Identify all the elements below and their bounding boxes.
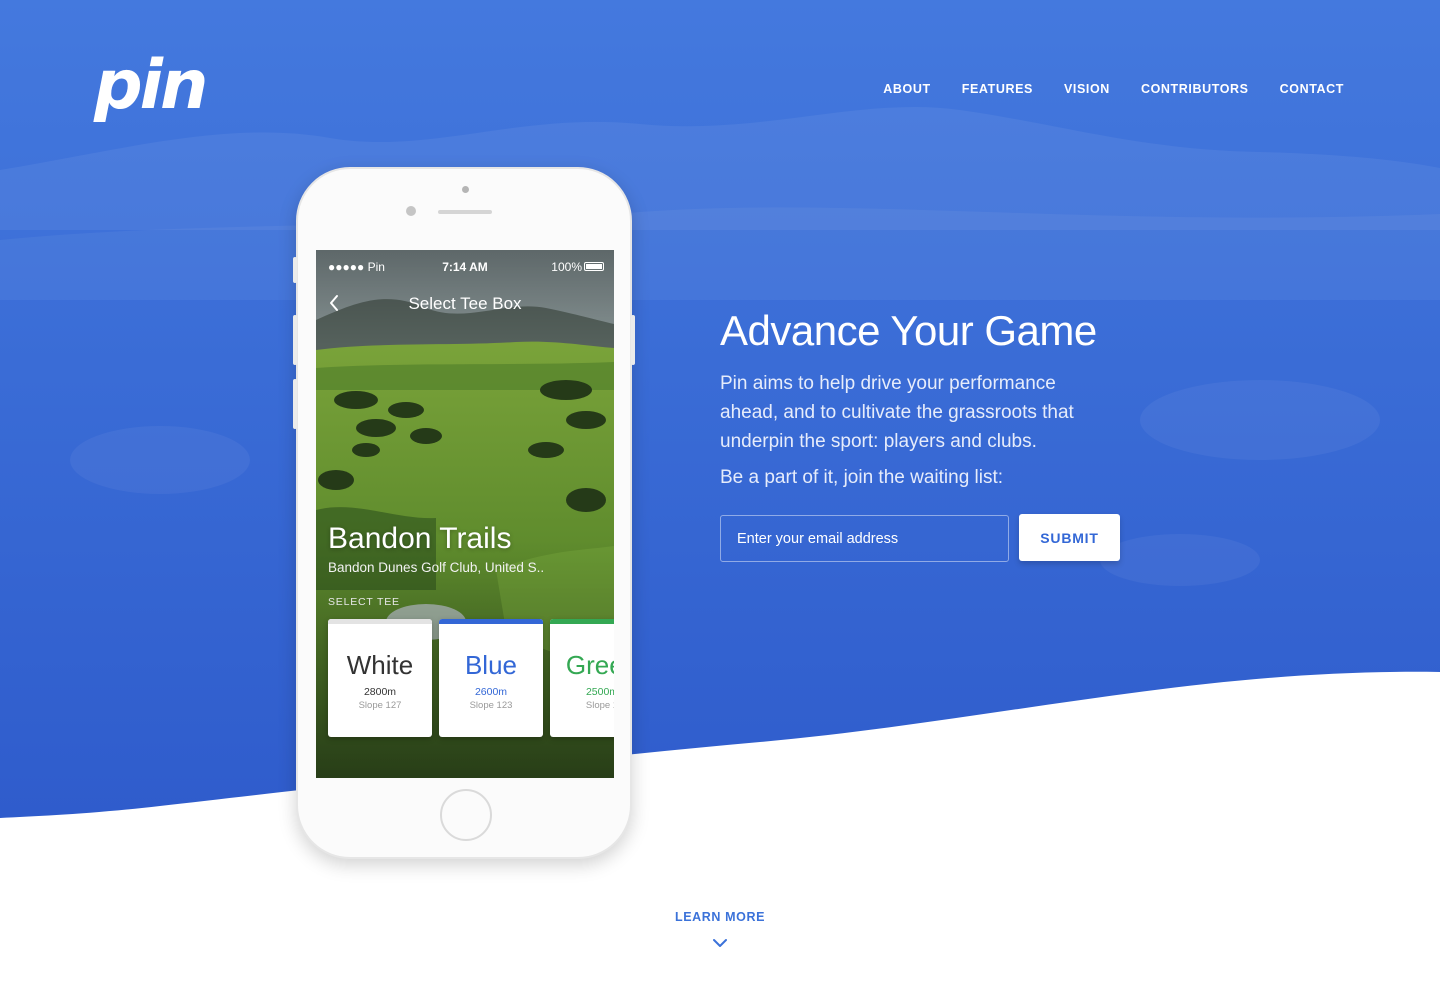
phone-power-button [631,315,635,365]
tee-card-white[interactable]: White 2800m Slope 127 [328,619,432,737]
main-nav: ABOUT FEATURES VISION CONTRIBUTORS CONTA… [883,82,1344,96]
tee-color-bar [328,619,432,624]
select-tee-label: SELECT TEE [328,596,400,608]
learn-more-link[interactable]: LEARN MORE [0,910,1440,924]
battery-percent: 100% [551,260,582,274]
nav-contact[interactable]: CONTACT [1280,82,1344,96]
tee-card-green[interactable]: Green 2500m Slope 1 [550,619,614,737]
status-bar: ●●●●● Pin 7:14 AM 100% [316,260,614,276]
tee-name: White [346,650,414,680]
tee-name: Blue [464,650,518,680]
phone-volume-down [293,379,297,429]
submit-button[interactable]: SUBMIT [1019,514,1120,561]
hero-section [0,0,1440,992]
phone-volume-up [293,315,297,365]
pin-logo[interactable]: pin [94,52,208,120]
email-input[interactable] [720,515,1009,562]
tee-color-bar [550,619,614,624]
screen-title: Select Tee Box [408,294,522,313]
tee-slope: Slope 127 [358,700,402,711]
nav-features[interactable]: FEATURES [962,82,1033,96]
tee-name: Green [565,650,614,680]
phone-sensor [462,186,469,193]
tee-slope: Slope 1 [585,700,614,711]
chevron-down-icon[interactable] [713,935,727,953]
course-club: Bandon Dunes Golf Club, United S.. [328,560,545,575]
phone-home-button [440,789,492,841]
tee-card-blue[interactable]: Blue 2600m Slope 123 [439,619,543,737]
nav-contributors[interactable]: CONTRIBUTORS [1141,82,1249,96]
tee-color-bar [439,619,543,624]
hero-description: Pin aims to help drive your performance … [720,373,1074,452]
battery-icon [584,262,604,271]
hero-headline: Advance Your Game [720,307,1097,354]
hero-background [0,0,1440,818]
tee-length: 2800m [363,686,397,698]
phone-camera [406,206,416,216]
phone-mockup: ●●●●● Pin 7:14 AM 100% Select Tee Box Ba… [293,167,635,859]
waitlist-prompt: Be a part of it, join the waiting list: [720,467,1004,488]
nav-vision[interactable]: VISION [1064,82,1110,96]
tee-length: 2500m [585,686,614,698]
phone-mute-switch [293,257,297,283]
course-name: Bandon Trails [328,522,512,555]
tee-length: 2600m [474,686,508,698]
phone-speaker [438,210,492,214]
tee-slope: Slope 123 [469,700,513,711]
nav-about[interactable]: ABOUT [883,82,930,96]
app-screen: ●●●●● Pin 7:14 AM 100% Select Tee Box Ba… [316,250,614,778]
